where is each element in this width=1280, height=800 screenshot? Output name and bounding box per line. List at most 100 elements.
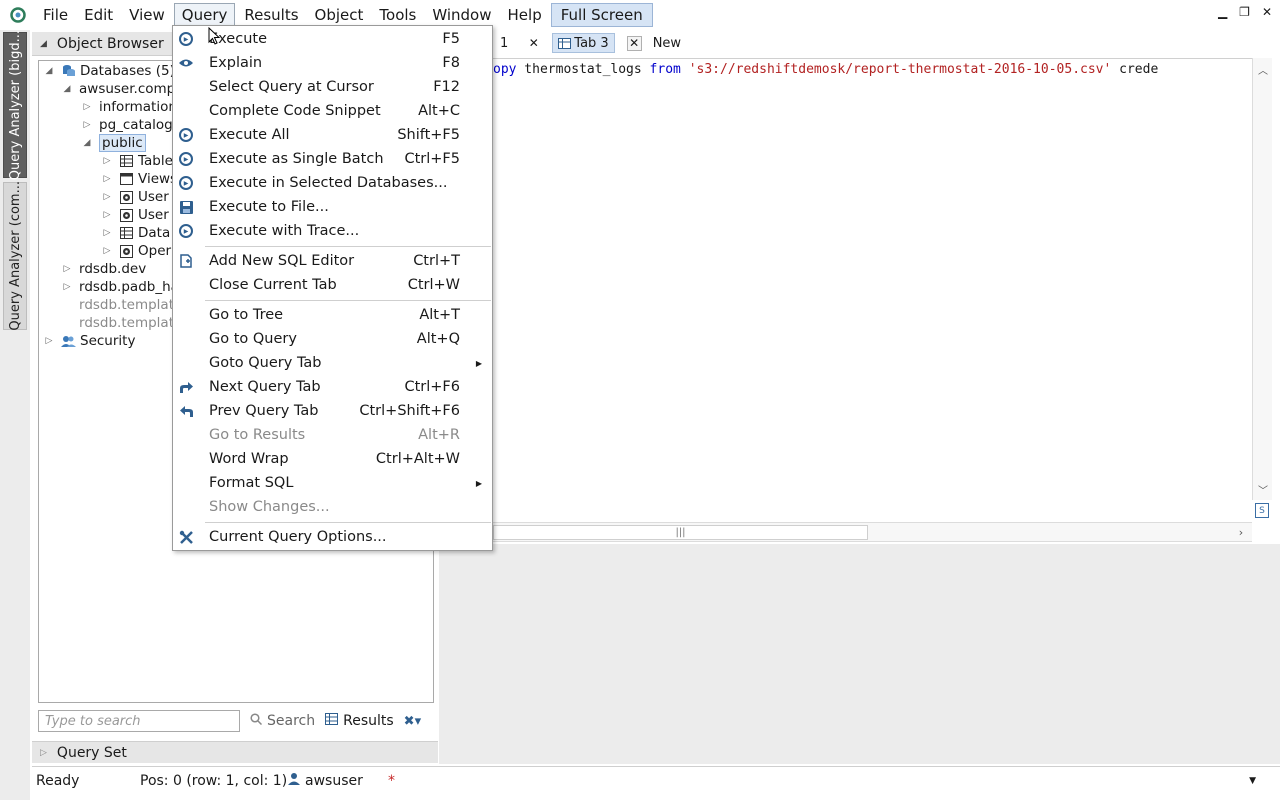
tree-node-user-procedures[interactable]: ▷ User	[101, 206, 169, 224]
tree-node-rdsdb-dev[interactable]: ▷ rdsdb.dev	[61, 260, 147, 278]
menu-item-execute-to-file[interactable]: Execute to File...	[173, 195, 492, 219]
menu-item-execute-all[interactable]: ▶ Execute All Shift+F5	[173, 123, 492, 147]
tree-node-rdsdb-template1[interactable]: rdsdb.template	[79, 314, 182, 332]
collapse-icon[interactable]: ◢	[81, 138, 93, 148]
menu-item-go-to-results: Go to Results Alt+R	[209, 427, 460, 443]
full-screen-button[interactable]: Full Screen	[550, 3, 653, 27]
menu-file[interactable]: File	[36, 3, 75, 27]
menu-query[interactable]: Query	[173, 3, 236, 27]
split-icon[interactable]: S	[1255, 503, 1269, 518]
minimize-icon[interactable]: ▁	[1218, 5, 1227, 19]
expand-icon[interactable]: ▷	[61, 264, 73, 274]
menu-item-add-new-sql-editor[interactable]: Add New SQL Editor Ctrl+T	[173, 249, 492, 273]
expand-icon[interactable]: ▷	[101, 210, 113, 220]
sql-editor[interactable]: opy thermostat_logs from 's3://redshiftd…	[493, 58, 1252, 523]
side-tab-query-analyzer-bigd[interactable]: Query Analyzer (bigd...	[3, 30, 27, 180]
search-button[interactable]: Search	[250, 713, 315, 729]
expand-icon[interactable]: ▷	[101, 192, 113, 202]
menu-item-prev-query-tab[interactable]: Prev Query Tab Ctrl+Shift+F6	[173, 399, 492, 423]
status-dropdown-icon[interactable]: ▼	[1249, 776, 1256, 786]
menu-item-goto-query-tab[interactable]: Goto Query Tab ▶	[173, 351, 492, 375]
menu-item-execute-selected-databases[interactable]: ▶ Execute in Selected Databases...	[173, 171, 492, 195]
tree-node-awsuser[interactable]: ◢ awsuser.compt	[61, 80, 181, 98]
close-icon[interactable]: ✕	[1262, 5, 1272, 19]
query-set-title: Query Set	[56, 744, 127, 761]
tools-dropdown-button[interactable]: ✖▾	[404, 714, 426, 729]
tree-node-rdsdb-padb[interactable]: ▷ rdsdb.padb_ha	[61, 278, 179, 296]
tree-node-pg-catalog[interactable]: ▷ pg_catalog	[81, 116, 173, 134]
expand-icon[interactable]: ▷	[40, 748, 47, 758]
expand-icon[interactable]: ▷	[101, 228, 113, 238]
close-tab-icon[interactable]: ✕	[626, 35, 642, 51]
side-tab-query-analyzer-com[interactable]: Query Analyzer (com...	[3, 181, 27, 331]
menu-item-word-wrap[interactable]: Word Wrap Ctrl+Alt+W	[173, 447, 492, 471]
expand-icon[interactable]: ▷	[61, 282, 73, 292]
modified-indicator: *	[388, 772, 395, 789]
menu-item-go-to-tree[interactable]: Go to Tree Alt+T	[173, 303, 492, 327]
arrow-left-icon	[177, 402, 195, 420]
tree-node-databases[interactable]: ◢ Databases (5)	[43, 62, 175, 80]
menu-window[interactable]: Window	[425, 3, 498, 27]
scroll-down-icon[interactable]: ﹀	[1253, 480, 1273, 498]
editor-vertical-scrollbar[interactable]: ︿ ﹀	[1252, 58, 1272, 500]
menu-item-close-current-tab[interactable]: Close Current Tab Ctrl+W	[173, 273, 492, 297]
tree-node-public[interactable]: ◢ public	[81, 134, 146, 152]
tree-node-rdsdb-template0[interactable]: rdsdb.template	[79, 296, 182, 314]
expand-icon[interactable]: ▷	[101, 156, 113, 166]
tree-node-views[interactable]: ▷ Views	[101, 170, 178, 188]
search-input[interactable]	[38, 710, 240, 732]
eye-icon	[177, 54, 195, 72]
scroll-up-icon[interactable]: ︿	[1253, 60, 1273, 78]
collapse-icon[interactable]: ◢	[61, 84, 73, 94]
expand-icon[interactable]: ▷	[81, 102, 93, 112]
tree-node-security[interactable]: ▷ Security	[43, 332, 136, 350]
menu-view[interactable]: View	[122, 3, 172, 27]
tab-new[interactable]: New	[648, 33, 686, 53]
database-icon	[61, 64, 76, 78]
menu-item-execute-single-batch[interactable]: ▶ Execute as Single Batch Ctrl+F5	[173, 147, 492, 171]
menu-item-explain[interactable]: Explain F8	[173, 51, 492, 75]
tree-node-tables[interactable]: ▷ Table	[101, 152, 173, 170]
submenu-arrow-icon: ▶	[475, 478, 482, 488]
tab-1[interactable]: 1 ✕	[493, 33, 546, 53]
menu-item-select-query-at-cursor[interactable]: Select Query at Cursor F12	[173, 75, 492, 99]
tree-node-data-types[interactable]: ▷ Data	[101, 224, 171, 242]
tree-node-information-schema[interactable]: ▷ information_	[81, 98, 184, 116]
scroll-right-icon[interactable]: ›	[1232, 524, 1250, 541]
expand-icon[interactable]: ▷	[81, 120, 93, 130]
menu-item-format-sql[interactable]: Format SQL ▶	[173, 471, 492, 495]
new-doc-icon	[177, 252, 195, 270]
expand-icon[interactable]: ▷	[101, 174, 113, 184]
expand-icon[interactable]: ▷	[101, 246, 113, 256]
menu-tools[interactable]: Tools	[372, 3, 423, 27]
menu-object[interactable]: Object	[308, 3, 371, 27]
app-logo-icon	[0, 0, 36, 30]
expand-icon[interactable]: ▷	[43, 336, 55, 346]
menu-item-execute-with-trace[interactable]: ▶ Execute with Trace...	[173, 219, 492, 243]
menu-help[interactable]: Help	[501, 3, 549, 27]
menu-results[interactable]: Results	[237, 3, 305, 27]
editor-horizontal-scrollbar[interactable]: ||| ›	[493, 522, 1252, 542]
tree-node-operators[interactable]: ▷ Oper	[101, 242, 172, 260]
menu-item-complete-code-snippet[interactable]: Complete Code Snippet Alt+C	[173, 99, 492, 123]
tab-3[interactable]: Tab 3	[552, 33, 615, 53]
menu-item-go-to-query[interactable]: Go to Query Alt+Q	[173, 327, 492, 351]
collapse-icon[interactable]: ◢	[40, 39, 47, 49]
menu-separator	[205, 300, 491, 301]
editor-tab-bar: 1 ✕ Tab 3 ✕ New	[493, 32, 1280, 54]
query-set-header[interactable]: ▷ Query Set	[32, 741, 438, 763]
menu-item-execute[interactable]: ▶ Execute F5	[173, 27, 492, 51]
results-button[interactable]: Results	[325, 713, 394, 729]
gear-icon	[119, 208, 134, 222]
menu-item-next-query-tab[interactable]: Next Query Tab Ctrl+F6	[173, 375, 492, 399]
tree-node-user-functions[interactable]: ▷ User	[101, 188, 169, 206]
menu-item-current-query-options[interactable]: Current Query Options...	[173, 525, 492, 549]
close-tab-icon[interactable]: ✕	[526, 36, 541, 51]
scroll-thumb[interactable]: |||	[493, 525, 868, 540]
menu-edit[interactable]: Edit	[77, 3, 120, 27]
status-ready: Ready	[36, 772, 80, 789]
object-search-bar: Search Results ✖▾	[38, 708, 438, 734]
restore-icon[interactable]: ❐	[1239, 5, 1250, 19]
view-icon	[119, 172, 134, 186]
collapse-icon[interactable]: ◢	[43, 66, 55, 76]
